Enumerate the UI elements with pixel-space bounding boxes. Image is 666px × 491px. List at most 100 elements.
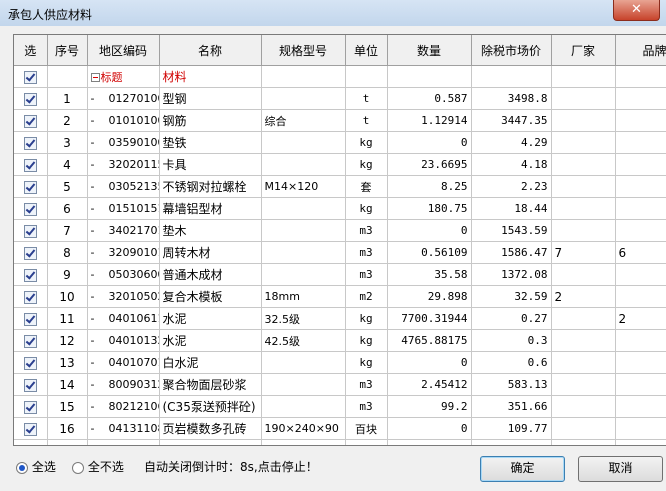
brand-cell[interactable]: [615, 351, 666, 374]
brand-cell[interactable]: [615, 219, 666, 242]
collapse-icon[interactable]: [90, 73, 100, 82]
col-spec-header[interactable]: 规格型号: [261, 35, 346, 66]
price-cell[interactable]: 0.6: [471, 351, 552, 374]
spec-cell[interactable]: M14×120: [261, 175, 346, 198]
spec-cell[interactable]: 42.5级: [261, 329, 346, 352]
table-row[interactable]: 10-32010502 复合木模板 18mm m2 29.898 32.59 2: [14, 285, 666, 308]
countdown-text[interactable]: 自动关闭倒计时：8s,点击停止！: [144, 458, 318, 475]
maker-cell[interactable]: [551, 197, 616, 220]
maker-cell[interactable]: [551, 175, 616, 198]
col-select-header[interactable]: 选: [14, 35, 48, 66]
select-cell[interactable]: [14, 65, 48, 88]
price-cell[interactable]: 2.23: [471, 175, 552, 198]
row-checkbox[interactable]: [23, 70, 37, 84]
maker-cell[interactable]: [551, 153, 616, 176]
group-row[interactable]: 标题 材料: [14, 65, 666, 88]
row-checkbox[interactable]: [23, 180, 37, 194]
price-cell[interactable]: 3447.35: [471, 109, 552, 132]
maker-cell[interactable]: 7: [551, 241, 616, 264]
table-row[interactable]: 11-04010611 水泥 32.5级 kg 7700.31944 0.27 2: [14, 307, 666, 330]
row-checkbox[interactable]: [23, 334, 37, 348]
row-checkbox[interactable]: [23, 290, 37, 304]
spec-cell[interactable]: [261, 351, 346, 374]
spec-cell[interactable]: [261, 131, 346, 154]
select-all-option[interactable]: 全选: [16, 458, 56, 475]
select-cell[interactable]: [14, 219, 48, 242]
select-cell[interactable]: [14, 285, 48, 308]
name-cell[interactable]: (C35泵送预拌砼): [159, 395, 262, 418]
table-row[interactable]: 15-80212106 (C35泵送预拌砼) m3 99.2 351.66: [14, 395, 666, 418]
brand-cell[interactable]: [615, 263, 666, 286]
col-code-header[interactable]: 地区编码: [87, 35, 160, 66]
row-checkbox[interactable]: [23, 268, 37, 282]
close-button[interactable]: ✕: [613, 0, 660, 21]
select-cell[interactable]: [14, 351, 48, 374]
name-cell[interactable]: 水泥: [159, 307, 262, 330]
maker-cell[interactable]: [551, 307, 616, 330]
name-cell[interactable]: 周转木材: [159, 241, 262, 264]
brand-cell[interactable]: 6: [615, 241, 666, 264]
row-checkbox[interactable]: [23, 378, 37, 392]
name-cell[interactable]: 型钢: [159, 87, 262, 110]
select-cell[interactable]: [14, 263, 48, 286]
col-maker-header[interactable]: 厂家: [551, 35, 616, 66]
brand-cell[interactable]: [615, 109, 666, 132]
brand-cell[interactable]: [615, 197, 666, 220]
select-cell[interactable]: [14, 87, 48, 110]
brand-cell[interactable]: [615, 131, 666, 154]
spec-cell[interactable]: [261, 219, 346, 242]
select-all-radio[interactable]: [16, 461, 28, 474]
name-cell[interactable]: 卡具: [159, 153, 262, 176]
price-cell[interactable]: 1543.59: [471, 219, 552, 242]
select-cell[interactable]: [14, 373, 48, 396]
brand-cell[interactable]: [615, 175, 666, 198]
select-cell[interactable]: [14, 109, 48, 132]
table-row[interactable]: 14-80090312 聚合物面层砂浆 m3 2.45412 583.13: [14, 373, 666, 396]
cancel-button[interactable]: 取消: [578, 456, 663, 482]
maker-cell[interactable]: [551, 351, 616, 374]
row-checkbox[interactable]: [23, 158, 37, 172]
spec-cell[interactable]: [261, 87, 346, 110]
spec-cell[interactable]: [261, 263, 346, 286]
name-cell[interactable]: 垫铁: [159, 131, 262, 154]
spec-cell[interactable]: 32.5级: [261, 307, 346, 330]
name-cell[interactable]: 普通木成材: [159, 263, 262, 286]
brand-cell[interactable]: [615, 87, 666, 110]
row-checkbox[interactable]: [23, 202, 37, 216]
price-cell[interactable]: 583.13: [471, 373, 552, 396]
table-row[interactable]: 4-32020115 卡具 kg 23.6695 4.18: [14, 153, 666, 176]
name-cell[interactable]: 钢筋: [159, 109, 262, 132]
spec-cell[interactable]: [261, 153, 346, 176]
table-row[interactable]: 6-01510151 幕墙铝型材 kg 180.75 18.44: [14, 197, 666, 220]
table-row[interactable]: 16-04131108 页岩模数多孔砖 190×240×90 百块 0 109.77: [14, 417, 666, 440]
maker-cell[interactable]: [551, 373, 616, 396]
price-cell[interactable]: 0.27: [471, 307, 552, 330]
name-cell[interactable]: 聚合物面层砂浆: [159, 373, 262, 396]
col-qty-header[interactable]: 数量: [387, 35, 472, 66]
row-checkbox[interactable]: [23, 92, 37, 106]
select-cell[interactable]: [14, 241, 48, 264]
brand-cell[interactable]: [615, 285, 666, 308]
brand-cell[interactable]: [615, 329, 666, 352]
name-cell[interactable]: 不锈钢对拉螺栓: [159, 175, 262, 198]
price-cell[interactable]: 3498.8: [471, 87, 552, 110]
row-checkbox[interactable]: [23, 356, 37, 370]
table-row[interactable]: 13-04010701 白水泥 kg 0 0.6: [14, 351, 666, 374]
table-row[interactable]: 2-01010100 钢筋 综合 t 1.12914 3447.35: [14, 109, 666, 132]
col-unit-header[interactable]: 单位: [345, 35, 388, 66]
select-cell[interactable]: [14, 153, 48, 176]
price-cell[interactable]: 4.18: [471, 153, 552, 176]
row-checkbox[interactable]: [23, 312, 37, 326]
spec-cell[interactable]: [261, 395, 346, 418]
ok-button[interactable]: 确定: [480, 456, 565, 482]
select-cell[interactable]: [14, 307, 48, 330]
brand-cell[interactable]: [615, 417, 666, 440]
name-cell[interactable]: 复合木模板: [159, 285, 262, 308]
price-cell[interactable]: 109.77: [471, 417, 552, 440]
maker-cell[interactable]: [551, 131, 616, 154]
spec-cell[interactable]: 综合: [261, 109, 346, 132]
table-row[interactable]: 3-03590100 垫铁 kg 0 4.29: [14, 131, 666, 154]
price-cell[interactable]: 4.29: [471, 131, 552, 154]
table-row[interactable]: 1-01270100 型钢 t 0.587 3498.8: [14, 87, 666, 110]
row-checkbox[interactable]: [23, 114, 37, 128]
